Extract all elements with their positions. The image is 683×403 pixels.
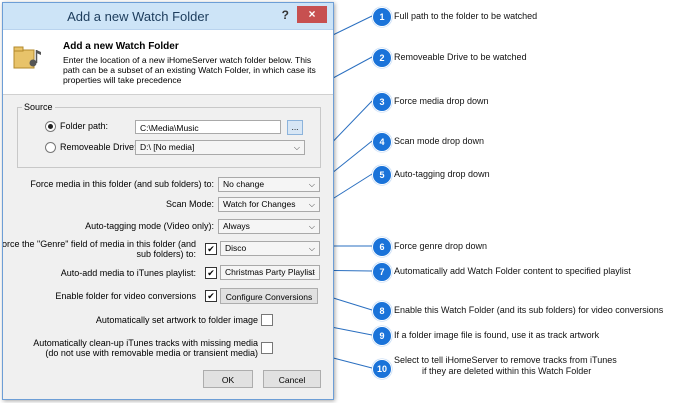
video-conversion-label: Enable folder for video conversions: [55, 291, 196, 301]
folder-path-input[interactable]: C:\Media\Music: [135, 120, 281, 134]
playlist-select[interactable]: Christmas Party Playlist ⌵: [220, 265, 320, 280]
ok-button[interactable]: OK: [203, 370, 253, 388]
genre-select[interactable]: Disco ⌵: [220, 241, 320, 256]
source-group-label: Source: [22, 102, 55, 112]
callout-text: If a folder image file is found, use it …: [394, 330, 600, 340]
genre-label-line1: Force the "Genre" field of media in this…: [2, 239, 196, 249]
removable-drive-select[interactable]: D:\ [No media] ⌵: [135, 140, 305, 155]
autotag-value: Always: [223, 221, 250, 231]
callout-text: Automatically add Watch Folder content t…: [394, 266, 631, 276]
playlist-label: Auto-add media to iTunes playlist:: [60, 268, 196, 278]
callout-text-line1: Select to tell iHomeServer to remove tra…: [394, 355, 617, 365]
callout-text: Removeable Drive to be watched: [394, 52, 527, 62]
scan-mode-label: Scan Mode:: [165, 199, 214, 209]
video-conversion-checkbox[interactable]: ✔: [205, 290, 217, 302]
removable-drive-value: D:\ [No media]: [140, 142, 195, 152]
cleanup-checkbox[interactable]: [261, 342, 273, 354]
add-watch-folder-dialog: Add a new Watch Folder ? × Add a new Wat…: [2, 2, 334, 400]
removable-drive-radio[interactable]: [45, 142, 56, 153]
artwork-checkbox[interactable]: [261, 314, 273, 326]
browse-button[interactable]: ...: [287, 120, 303, 135]
configure-conversions-button[interactable]: Configure Conversions: [220, 288, 318, 304]
genre-checkbox[interactable]: ✔: [205, 243, 217, 255]
scan-mode-value: Watch for Changes: [223, 199, 296, 209]
header-description: Enter the location of a new iHomeServer …: [63, 55, 316, 85]
dialog-header: Add a new Watch Folder Enter the locatio…: [3, 30, 333, 95]
callout-text: Select to tell iHomeServer to remove tra…: [394, 355, 617, 377]
playlist-value: Christmas Party Playlist: [225, 267, 315, 277]
removable-drive-label: Removeable Drive:: [60, 142, 137, 152]
artwork-label: Automatically set artwork to folder imag…: [95, 315, 258, 325]
genre-value: Disco: [225, 243, 247, 253]
music-folder-icon: [13, 46, 41, 69]
cancel-button[interactable]: Cancel: [263, 370, 321, 388]
callout-badge: 5: [372, 165, 392, 185]
callout-text-line2: if they are deleted within this Watch Fo…: [422, 366, 592, 376]
callout-badge: 10: [372, 359, 392, 379]
force-media-value: No change: [223, 179, 265, 189]
callout-text: Force genre drop down: [394, 241, 488, 251]
force-media-label: Force media in this folder (and sub fold…: [30, 179, 214, 189]
force-media-select[interactable]: No change ⌵: [218, 177, 320, 192]
callout-text: Full path to the folder to be watched: [394, 11, 538, 21]
callout-text: Enable this Watch Folder (and its sub fo…: [394, 305, 664, 315]
autotag-select[interactable]: Always ⌵: [218, 219, 320, 234]
header-title: Add a new Watch Folder: [63, 41, 179, 52]
genre-label: Force the "Genre" field of media in this…: [2, 239, 196, 259]
playlist-checkbox[interactable]: ✔: [205, 267, 217, 279]
folder-path-label: Folder path:: [60, 121, 109, 131]
scan-mode-select[interactable]: Watch for Changes ⌵: [218, 197, 320, 212]
chevron-down-icon: ⌵: [308, 222, 315, 231]
dialog-title: Add a new Watch Folder: [67, 9, 209, 24]
cleanup-label-line1: Automatically clean-up iTunes tracks wit…: [33, 338, 258, 348]
title-bar: Add a new Watch Folder ? ×: [3, 3, 333, 30]
close-button[interactable]: ×: [297, 6, 327, 23]
folder-path-radio[interactable]: [45, 121, 56, 132]
chevron-down-icon: ⌵: [308, 200, 315, 209]
genre-label-line2: sub folders) to:: [136, 249, 196, 259]
callout-text: Force media drop down: [394, 96, 489, 106]
callout-badge: 9: [372, 326, 392, 346]
callout-badge: 7: [372, 262, 392, 282]
chevron-down-icon: ⌵: [308, 268, 315, 277]
callout-badge: 6: [372, 237, 392, 257]
callout-text: Scan mode drop down: [394, 136, 485, 146]
callout-badge: 8: [372, 301, 392, 321]
chevron-down-icon: ⌵: [308, 180, 315, 189]
help-button[interactable]: ?: [282, 8, 289, 22]
callout-badge: 4: [372, 132, 392, 152]
cleanup-label-line2: (do not use with removable media or tran…: [45, 348, 258, 358]
callout-text: Auto-tagging drop down: [394, 169, 490, 179]
source-group: Source: [17, 102, 321, 168]
callout-badge: 1: [372, 7, 392, 27]
chevron-down-icon: ⌵: [308, 244, 315, 253]
callout-badge: 2: [372, 48, 392, 68]
chevron-down-icon: ⌵: [293, 143, 300, 152]
cleanup-label: Automatically clean-up iTunes tracks wit…: [33, 338, 258, 358]
callout-badge: 3: [372, 92, 392, 112]
autotag-label: Auto-tagging mode (Video only):: [85, 221, 214, 231]
